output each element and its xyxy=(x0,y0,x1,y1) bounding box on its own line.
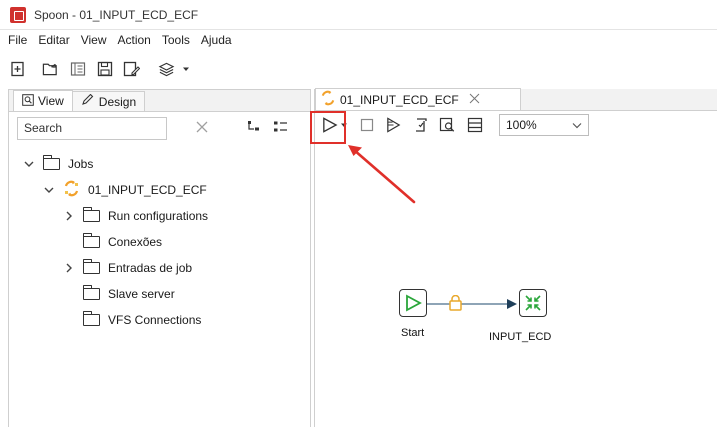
job-icon xyxy=(63,180,80,200)
layers-icon[interactable] xyxy=(158,61,175,78)
chevron-right-icon[interactable] xyxy=(63,263,75,273)
save-as-icon[interactable] xyxy=(123,61,140,78)
start-play-icon xyxy=(406,294,422,312)
open-file-icon[interactable] xyxy=(42,61,59,78)
pencil-icon xyxy=(81,93,95,109)
left-panel-tabs: View Design xyxy=(9,90,310,112)
tree-item-label: Jobs xyxy=(68,157,94,171)
expand-all-icon[interactable] xyxy=(273,120,289,137)
collapse-all-icon[interactable] xyxy=(247,120,263,137)
menu-tools[interactable]: Tools xyxy=(162,33,190,47)
chevron-down-icon[interactable] xyxy=(23,160,35,168)
tab-design[interactable]: Design xyxy=(71,91,146,111)
folder-icon xyxy=(82,311,100,326)
hop-arrow[interactable] xyxy=(427,295,519,313)
tree-item-run-configurations[interactable]: Run configurations xyxy=(63,206,208,226)
clear-search-icon[interactable] xyxy=(195,120,209,137)
tree-item-slave-server[interactable]: Slave server xyxy=(82,284,175,304)
tree-item-jobs[interactable]: Jobs xyxy=(23,154,93,174)
start-node[interactable] xyxy=(399,289,427,317)
tree-item-label: Slave server xyxy=(108,287,175,301)
stop-icon[interactable] xyxy=(358,117,375,134)
transformation-icon xyxy=(525,295,541,311)
tree-item-label: 01_INPUT_ECD_ECF xyxy=(88,183,207,197)
tab-view[interactable]: View xyxy=(13,90,73,111)
tree-item-label: Run configurations xyxy=(108,209,209,223)
sql-icon[interactable] xyxy=(466,117,483,134)
chevron-down-icon xyxy=(572,118,582,132)
zoom-value: 100% xyxy=(506,118,537,132)
editor-tabs: 01_INPUT_ECD_ECF xyxy=(315,88,717,111)
preview-icon[interactable] xyxy=(385,117,402,134)
zoom-select[interactable]: 100% xyxy=(499,114,589,136)
tree-item-job[interactable]: 01_INPUT_ECD_ECF xyxy=(43,180,207,200)
search-input[interactable]: Search xyxy=(17,116,167,140)
main-toolbar xyxy=(0,52,717,86)
tree-item-conexoes[interactable]: Conexões xyxy=(82,232,163,252)
tab-view-label: View xyxy=(38,94,64,108)
tree-item-entradas-de-job[interactable]: Entradas de job xyxy=(63,258,192,278)
menu-view[interactable]: View xyxy=(81,33,107,47)
menu-file[interactable]: File xyxy=(8,33,27,47)
impact-analysis-icon[interactable] xyxy=(439,117,456,134)
menu-bar: File Editar View Action Tools Ajuda xyxy=(0,30,717,50)
folder-icon xyxy=(82,233,100,248)
left-panel: View Design Search Jobs 01_INPUT_ECD_ECF… xyxy=(8,89,311,427)
tab-job-editor[interactable]: 01_INPUT_ECD_ECF xyxy=(315,88,521,110)
chevron-right-icon[interactable] xyxy=(63,211,75,221)
menu-action[interactable]: Action xyxy=(118,33,151,47)
close-tab-icon[interactable] xyxy=(469,93,480,107)
new-file-icon[interactable] xyxy=(9,61,26,78)
spoon-app-icon xyxy=(10,6,26,23)
folder-icon xyxy=(42,155,60,170)
annotation-arrow xyxy=(348,145,416,204)
folder-icon xyxy=(82,207,100,222)
menu-editar[interactable]: Editar xyxy=(38,33,69,47)
tree-item-vfs-connections[interactable]: VFS Connections xyxy=(82,310,202,330)
menu-ajuda[interactable]: Ajuda xyxy=(201,33,232,47)
title-bar: Spoon - 01_INPUT_ECD_ECF xyxy=(0,0,717,30)
input-ecd-node-label: INPUT_ECD xyxy=(489,331,552,343)
editor-toolbar: 100% xyxy=(315,111,717,139)
tab-design-label: Design xyxy=(98,94,137,109)
folder-icon xyxy=(82,259,100,274)
editor-tab-label: 01_INPUT_ECD_ECF xyxy=(340,92,459,107)
search-row: Search xyxy=(9,112,310,144)
chevron-down-icon[interactable] xyxy=(43,186,55,194)
window-title: Spoon - 01_INPUT_ECD_ECF xyxy=(34,7,199,22)
lock-icon xyxy=(450,301,451,302)
folder-icon xyxy=(82,285,100,300)
start-node-label: Start xyxy=(401,327,425,339)
tree-item-label: Entradas de job xyxy=(108,261,193,275)
tree-item-label: VFS Connections xyxy=(108,313,202,327)
save-icon[interactable] xyxy=(96,61,113,78)
job-icon xyxy=(320,90,336,109)
search-icon xyxy=(22,93,34,109)
verify-icon[interactable] xyxy=(412,117,429,134)
explore-repository-icon[interactable] xyxy=(69,61,86,78)
input-ecd-node[interactable] xyxy=(519,289,547,317)
layers-dropdown-icon[interactable] xyxy=(177,61,194,78)
tree-item-label: Conexões xyxy=(108,235,163,249)
